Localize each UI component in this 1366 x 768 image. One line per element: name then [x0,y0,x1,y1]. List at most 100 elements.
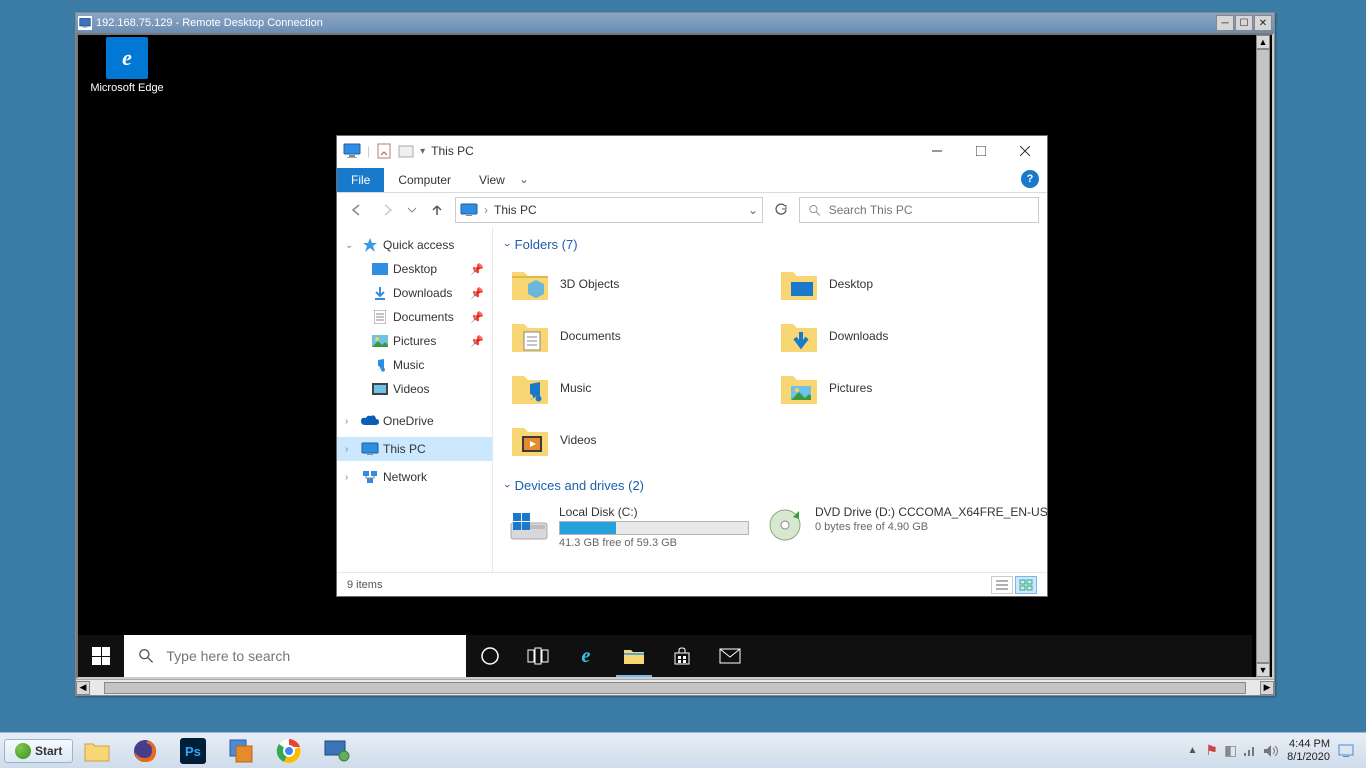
nav-quick-access[interactable]: ⌄ Quick access [337,233,492,257]
explorer-titlebar[interactable]: | ▾ This PC [337,136,1047,166]
scroll-right-arrow-icon[interactable]: ▶ [1260,681,1274,695]
scroll-thumb[interactable] [104,682,1246,694]
rdc-maximize-button[interactable]: ☐ [1235,15,1253,31]
remote-desktop[interactable]: e Microsoft Edge | ▾ This PC [78,35,1252,677]
ribbon-tab-view[interactable]: View [465,168,519,192]
new-folder-icon[interactable] [398,143,414,159]
quick-access-icon [361,237,379,253]
desktop-icon-edge[interactable]: e Microsoft Edge [90,37,164,94]
tray-wifi-icon[interactable] [1243,745,1257,757]
drive-dvd-d[interactable]: DVD Drive (D:) CCCOMA_X64FRE_EN-US_DV9 0… [761,501,1047,553]
nav-documents[interactable]: Documents📌 [337,305,492,329]
tray-security-icon[interactable]: ⚑ [1205,742,1218,759]
show-desktop-icon[interactable] [1338,744,1354,758]
ribbon-tab-file[interactable]: File [337,168,384,192]
host-taskbar-rdc[interactable] [315,736,359,766]
view-details-button[interactable] [991,576,1013,594]
taskbar-search-box[interactable] [124,635,466,677]
folder-videos[interactable]: Videos [505,416,766,464]
nav-pictures[interactable]: Pictures📌 [337,329,492,353]
folder-3d-objects[interactable]: 3D Objects [505,260,766,308]
address-dropdown-icon[interactable]: ⌄ [748,203,758,217]
nav-network[interactable]: ›Network [337,465,492,489]
pin-icon[interactable]: 📌 [470,335,484,348]
rdc-hscrollbar[interactable]: ◀ ▶ [76,679,1274,695]
drive-usage-bar [559,521,749,535]
tray-app-icon[interactable]: ◧ [1224,742,1237,759]
refresh-button[interactable] [769,198,793,222]
host-taskbar-photoshop[interactable]: Ps [171,736,215,766]
folder-icon [779,316,819,356]
folder-documents[interactable]: Documents [505,312,766,360]
nav-recent-dropdown[interactable] [405,198,419,222]
start-button[interactable] [78,635,124,677]
chevron-right-icon[interactable]: › [345,444,357,455]
taskbar-mail[interactable] [706,635,754,677]
host-taskbar-firefox[interactable] [123,736,167,766]
chevron-right-icon[interactable]: › [345,416,357,427]
folder-desktop[interactable]: Desktop [774,260,1035,308]
address-bar[interactable]: › This PC ⌄ [455,197,763,223]
drive-name: Local Disk (C:) [559,505,749,519]
scroll-left-arrow-icon[interactable]: ◀ [76,681,90,695]
explorer-search-input[interactable] [829,203,1030,217]
drive-local-c[interactable]: Local Disk (C:) 41.3 GB free of 59.3 GB [505,501,753,553]
tray-expand-icon[interactable]: ▲ [1187,745,1197,756]
host-clock[interactable]: 4:44 PM 8/1/2020 [1287,738,1330,762]
chevron-right-icon[interactable]: › [345,472,357,483]
taskbar-edge[interactable]: e [562,635,610,677]
nav-music[interactable]: Music [337,353,492,377]
host-taskbar-vmware[interactable] [219,736,263,766]
explorer-search-box[interactable] [799,197,1039,223]
scroll-down-arrow-icon[interactable]: ▼ [1256,663,1270,677]
pin-icon[interactable]: 📌 [470,287,484,300]
explorer-close-button[interactable] [1003,136,1047,166]
group-label: Folders (7) [515,237,578,252]
ribbon-expand-icon[interactable]: ⌄ [519,172,529,186]
ribbon-tab-computer[interactable]: Computer [384,168,465,192]
folder-music[interactable]: Music [505,364,766,412]
explorer-minimize-button[interactable] [915,136,959,166]
folder-downloads[interactable]: Downloads [774,312,1035,360]
nav-this-pc[interactable]: ›This PC [337,437,492,461]
help-button[interactable]: ? [1021,170,1039,188]
pin-icon[interactable]: 📌 [470,263,484,276]
scroll-up-arrow-icon[interactable]: ▲ [1256,35,1270,49]
breadcrumb-location[interactable]: This PC [494,203,537,217]
scroll-thumb[interactable] [1256,49,1270,663]
nav-videos[interactable]: Videos [337,377,492,401]
host-taskbar-explorer[interactable] [75,736,119,766]
rdc-vscrollbar[interactable]: ▲ ▼ [1256,35,1270,677]
chevron-down-icon[interactable]: ⌄ [345,240,357,251]
breadcrumb-sep-icon[interactable]: › [484,203,488,217]
taskbar-search-input[interactable] [166,648,452,664]
nav-desktop[interactable]: Desktop📌 [337,257,492,281]
group-folders-header[interactable]: ›Folders (7) [505,237,1035,252]
taskbar-taskview[interactable] [514,635,562,677]
taskbar-cortana[interactable] [466,635,514,677]
host-taskbar-chrome[interactable] [267,736,311,766]
nav-back-button[interactable] [345,198,369,222]
properties-icon[interactable] [376,143,392,159]
pin-icon[interactable]: 📌 [470,311,484,324]
group-drives-header[interactable]: ›Devices and drives (2) [505,478,1035,493]
qat-separator: | [367,144,370,158]
host-start-button[interactable]: Start [4,739,73,763]
nav-onedrive[interactable]: ›OneDrive [337,409,492,433]
folder-pictures[interactable]: Pictures [774,364,1035,412]
nav-up-button[interactable] [425,198,449,222]
taskbar-explorer[interactable] [610,635,658,677]
nav-forward-button[interactable] [375,198,399,222]
rdc-minimize-button[interactable]: ─ [1216,15,1234,31]
view-large-icons-button[interactable] [1015,576,1037,594]
taskbar-store[interactable] [658,635,706,677]
nav-label: Downloads [393,286,452,300]
nav-downloads[interactable]: Downloads 📌 [337,281,492,305]
qat-dropdown-icon[interactable]: ▾ [420,146,425,157]
tray-volume-icon[interactable] [1263,744,1279,758]
chevron-down-icon: › [501,484,513,488]
rdc-icon [78,16,92,30]
rdc-titlebar[interactable]: 192.168.75.129 - Remote Desktop Connecti… [76,13,1274,33]
rdc-close-button[interactable]: ✕ [1254,15,1272,31]
explorer-maximize-button[interactable] [959,136,1003,166]
